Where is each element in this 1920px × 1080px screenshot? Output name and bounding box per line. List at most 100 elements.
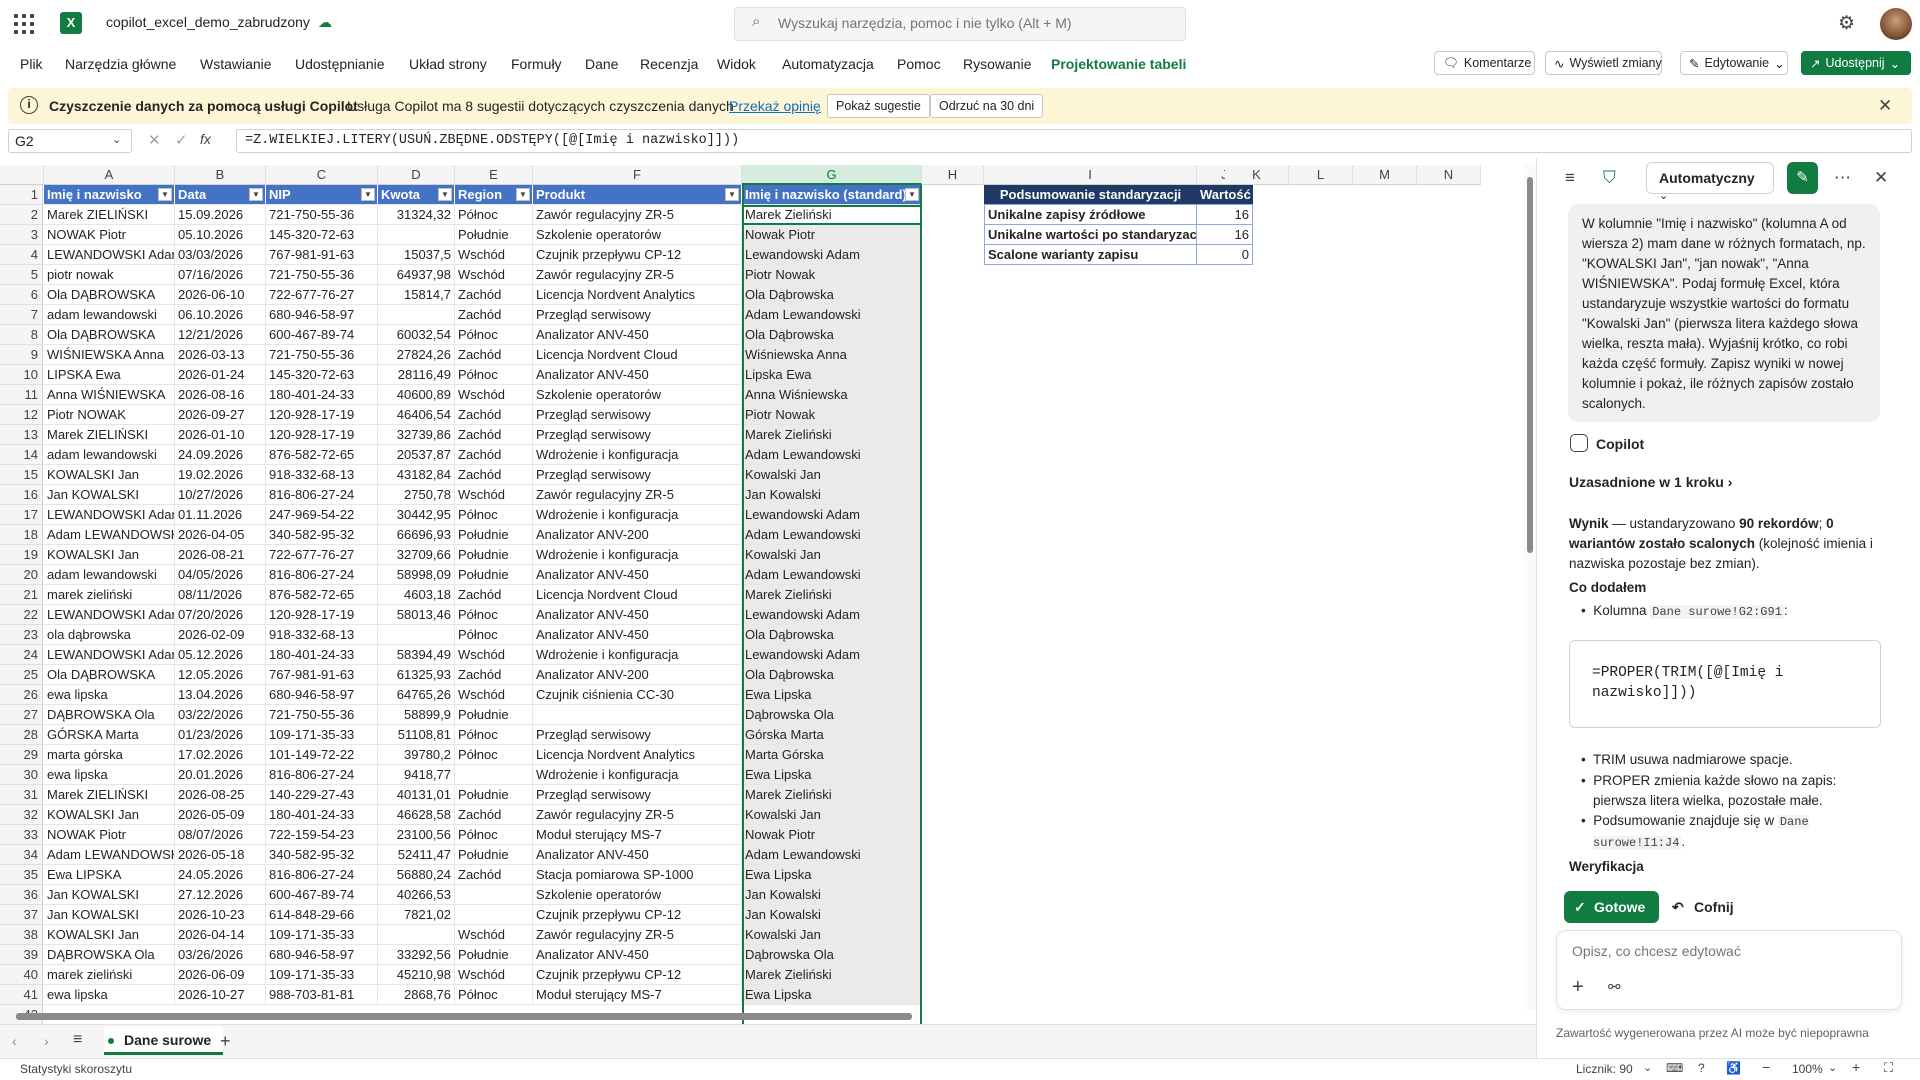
table-cell[interactable]: 05.12.2026 xyxy=(175,645,266,665)
table-cell[interactable]: Ola Dąbrowska xyxy=(742,325,922,345)
table-cell[interactable]: 180-401-24-33 xyxy=(266,645,378,665)
table-cell[interactable]: 30442,95 xyxy=(378,505,455,525)
horizontal-scroll-thumb[interactable] xyxy=(16,1013,912,1020)
table-cell[interactable]: Marek ZIELIŃSKI xyxy=(44,205,175,225)
table-cell[interactable]: Analizator ANV-450 xyxy=(533,565,742,585)
table-cell[interactable]: Północ xyxy=(455,325,533,345)
table-cell[interactable]: Piotr NOWAK xyxy=(44,405,175,425)
table-cell[interactable]: 60032,54 xyxy=(378,325,455,345)
table-cell[interactable]: NOWAK Piotr xyxy=(44,825,175,845)
table-cell[interactable]: Licencja Nordvent Analytics xyxy=(533,745,742,765)
close-icon[interactable]: ✕ xyxy=(1878,96,1892,116)
row-header[interactable]: 1 xyxy=(0,185,43,205)
summary-label[interactable]: Unikalne zapisy źródłowe xyxy=(984,205,1197,225)
table-cell[interactable]: Marek Zieliński xyxy=(742,965,922,985)
table-cell[interactable]: Północ xyxy=(455,605,533,625)
cancel-icon[interactable]: ✕ xyxy=(148,131,161,149)
table-cell[interactable]: Południe xyxy=(455,945,533,965)
table-cell[interactable]: 27824,26 xyxy=(378,345,455,365)
table-cell[interactable]: 2026-01-10 xyxy=(175,425,266,445)
table-cell[interactable]: 721-750-55-36 xyxy=(266,265,378,285)
table-cell[interactable]: 31324,32 xyxy=(378,205,455,225)
table-cell[interactable]: Lewandowski Adam xyxy=(742,645,922,665)
table-cell[interactable]: Południe xyxy=(455,565,533,585)
table-cell[interactable]: LEWANDOWSKI Adam xyxy=(44,505,175,525)
cloud-saved-icon[interactable]: ☁ xyxy=(318,14,336,32)
keyboard-icon[interactable]: ⌨ xyxy=(1666,1061,1683,1075)
table-cell[interactable] xyxy=(378,925,455,945)
table-cell[interactable]: Analizator ANV-450 xyxy=(533,945,742,965)
table-cell[interactable]: 64937,98 xyxy=(378,265,455,285)
document-title[interactable]: copilot_excel_demo_zabrudzony xyxy=(106,14,310,30)
row-header[interactable]: 12 xyxy=(0,405,43,425)
count-status[interactable]: Licznik: 90 xyxy=(1576,1062,1633,1076)
table-cell[interactable]: 58998,09 xyxy=(378,565,455,585)
column-header-i[interactable]: I xyxy=(984,165,1197,185)
dismiss-30-days-button[interactable]: Odrzuć na 30 dni xyxy=(930,94,1044,118)
table-cell[interactable]: 614-848-29-66 xyxy=(266,905,378,925)
table-cell[interactable]: Adam Lewandowski xyxy=(742,845,922,865)
table-cell[interactable]: marta górska xyxy=(44,745,175,765)
table-cell[interactable]: Południe xyxy=(455,545,533,565)
table-cell[interactable]: Czujnik ciśnienia CC-30 xyxy=(533,685,742,705)
table-cell[interactable]: 43182,84 xyxy=(378,465,455,485)
zoom-out-icon[interactable]: − xyxy=(1762,1059,1770,1075)
table-cell[interactable]: marek zieliński xyxy=(44,965,175,985)
table-cell[interactable]: Moduł sterujący MS-7 xyxy=(533,985,742,1005)
table-cell[interactable]: Adam Lewandowski xyxy=(742,445,922,465)
table-cell[interactable]: 13.04.2026 xyxy=(175,685,266,705)
table-cell[interactable]: marek zieliński xyxy=(44,585,175,605)
table-cell[interactable]: Zawór regulacyjny ZR-5 xyxy=(533,485,742,505)
table-cell[interactable]: Wdrożenie i konfiguracja xyxy=(533,545,742,565)
search-input[interactable] xyxy=(778,12,1178,34)
add-attachment-icon[interactable]: + xyxy=(1572,976,1584,999)
table-cell[interactable]: 120-928-17-19 xyxy=(266,605,378,625)
table-cell[interactable]: Wdrożenie i konfiguracja xyxy=(533,645,742,665)
row-header[interactable]: 37 xyxy=(0,905,43,925)
column-header-g[interactable]: G xyxy=(742,165,922,185)
table-cell[interactable]: adam lewandowski xyxy=(44,565,175,585)
table-cell[interactable]: ola dąbrowska xyxy=(44,625,175,645)
column-header-k[interactable]: K xyxy=(1225,165,1289,185)
table-cell[interactable]: 01/23/2026 xyxy=(175,725,266,745)
table-header-cell[interactable]: Region ▼ xyxy=(455,185,533,205)
app-launcher-icon[interactable] xyxy=(12,12,36,36)
table-cell[interactable]: Przegląd serwisowy xyxy=(533,785,742,805)
table-cell[interactable]: 180-401-24-33 xyxy=(266,805,378,825)
table-cell[interactable] xyxy=(378,305,455,325)
table-cell[interactable]: Licencja Nordvent Analytics xyxy=(533,285,742,305)
table-cell[interactable]: Ola Dąbrowska xyxy=(742,625,922,645)
menu-table-design[interactable]: Projektowanie tabeli xyxy=(1051,56,1186,72)
menu-home[interactable]: Narzędzia główne xyxy=(65,56,176,72)
table-cell[interactable]: Anna Wiśniewska xyxy=(742,385,922,405)
close-icon[interactable]: ✕ xyxy=(1874,168,1888,188)
table-cell[interactable]: Przegląd serwisowy xyxy=(533,425,742,445)
grounded-steps-toggle[interactable]: Uzasadnione w 1 kroku › xyxy=(1569,474,1732,490)
zoom-in-icon[interactable]: + xyxy=(1852,1059,1860,1075)
column-header-n[interactable]: N xyxy=(1417,165,1481,185)
table-cell[interactable] xyxy=(378,625,455,645)
table-cell[interactable]: Przegląd serwisowy xyxy=(533,465,742,485)
summary-header-value[interactable]: Wartość xyxy=(1197,185,1253,205)
table-cell[interactable]: 40266,53 xyxy=(378,885,455,905)
menu-page-layout[interactable]: Układ strony xyxy=(409,56,487,72)
table-cell[interactable]: 32709,66 xyxy=(378,545,455,565)
row-header[interactable]: 35 xyxy=(0,865,43,885)
chevron-down-icon[interactable]: ⌄ xyxy=(1828,1061,1837,1074)
table-cell[interactable]: 24.09.2026 xyxy=(175,445,266,465)
menu-view[interactable]: Widok xyxy=(717,56,756,72)
table-header-cell[interactable]: NIP ▼ xyxy=(266,185,378,205)
table-cell[interactable]: Górska Marta xyxy=(742,725,922,745)
table-cell[interactable]: 722-677-76-27 xyxy=(266,545,378,565)
table-cell[interactable]: Zawór regulacyjny ZR-5 xyxy=(533,205,742,225)
table-cell[interactable]: 2026-06-09 xyxy=(175,965,266,985)
table-cell[interactable]: KOWALSKI Jan xyxy=(44,545,175,565)
composer-input[interactable] xyxy=(1572,940,1892,962)
copilot-mode-dropdown[interactable]: Automatyczny ⌄ xyxy=(1646,162,1774,202)
table-cell[interactable]: 12/21/2026 xyxy=(175,325,266,345)
menu-data[interactable]: Dane xyxy=(585,56,618,72)
table-cell[interactable]: 988-703-81-81 xyxy=(266,985,378,1005)
table-cell[interactable]: 58899,9 xyxy=(378,705,455,725)
table-cell[interactable]: Analizator ANV-450 xyxy=(533,325,742,345)
table-cell[interactable] xyxy=(533,705,742,725)
